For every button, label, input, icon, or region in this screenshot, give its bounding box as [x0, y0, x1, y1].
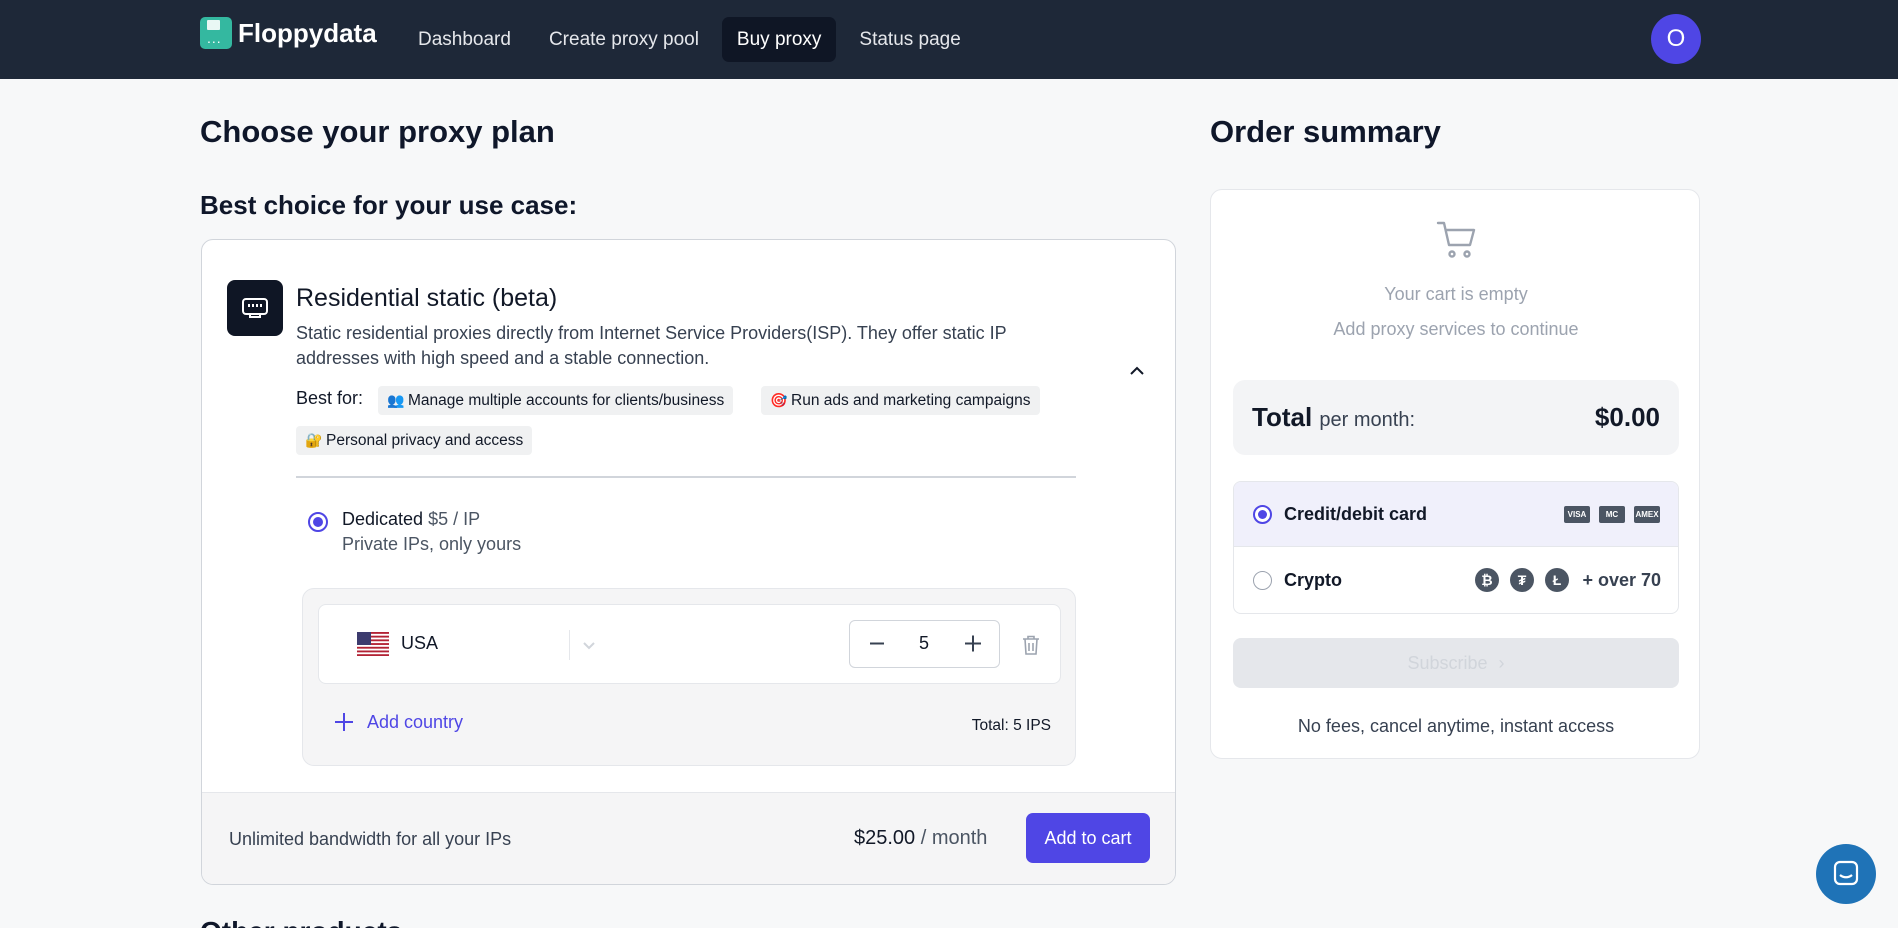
quantity-stepper: 5	[849, 620, 1000, 668]
order-summary-panel: Your cart is empty Add proxy services to…	[1210, 189, 1700, 759]
plan-subtitle: Private IPs, only yours	[342, 534, 522, 554]
lock-icon: 🔐	[305, 432, 323, 448]
quantity-input[interactable]: 5	[894, 621, 954, 666]
nav-create-proxy-pool[interactable]: Create proxy pool	[534, 17, 714, 62]
divider	[296, 476, 1076, 478]
us-flag-icon	[357, 632, 389, 656]
nav-status-page[interactable]: Status page	[844, 17, 975, 62]
price-value: $25.00	[854, 827, 916, 849]
litecoin-icon: Ł	[1545, 568, 1569, 592]
best-for-label: Best for:	[296, 388, 364, 408]
plan-dedicated-radio[interactable]	[308, 512, 328, 532]
tag-personal-privacy: 🔐 Personal privacy and access	[296, 426, 533, 455]
plan-name-line[interactable]: Dedicated $5 / IP	[342, 509, 480, 530]
tag-label: Run ads and marketing campaigns	[791, 392, 1031, 409]
tether-icon: ₮	[1510, 568, 1534, 592]
cart-empty-subtitle: Add proxy services to continue	[1333, 319, 1579, 339]
floppy-disk-icon	[200, 17, 232, 49]
select-separator	[569, 630, 570, 660]
product-card: Residential static (beta) Static residen…	[201, 239, 1176, 885]
section-subtitle: Best choice for your use case:	[200, 190, 578, 220]
plus-icon	[335, 713, 353, 731]
subscribe-label: Subscribe	[1407, 653, 1488, 673]
more-coins-label: + over 70	[1582, 570, 1661, 590]
ethernet-port-icon	[227, 280, 283, 336]
nav-dashboard[interactable]: Dashboard	[403, 17, 526, 62]
total-value: $0.00	[1594, 402, 1660, 432]
amex-icon: AMEX	[1634, 506, 1660, 523]
page-title: Choose your proxy plan	[200, 114, 555, 149]
plan-price: $5 / IP	[428, 509, 481, 529]
tag-run-ads: 🎯 Run ads and marketing campaigns	[761, 386, 1040, 415]
people-icon: 👥	[387, 392, 405, 408]
product-card-footer: Unlimited bandwidth for all your IPs $25…	[202, 792, 1175, 884]
minus-icon[interactable]	[854, 621, 898, 666]
add-to-cart-button[interactable]: Add to cart	[1026, 813, 1150, 863]
country-row: USA 5	[318, 604, 1061, 684]
payment-option-card[interactable]: Credit/debit card VISA MC AMEX	[1234, 482, 1678, 547]
country-select-value[interactable]: USA	[401, 633, 438, 654]
bitcoin-icon: ₿	[1475, 568, 1499, 592]
product-price: $25.00 / month	[854, 827, 987, 850]
product-title: Residential static (beta)	[296, 284, 558, 312]
product-description: Static residential proxies directly from…	[296, 323, 1007, 368]
subscribe-button[interactable]: Subscribe ›	[1233, 638, 1679, 688]
card-label: Credit/debit card	[1284, 504, 1428, 524]
collapse-chevron-up-icon[interactable]	[1127, 361, 1147, 381]
crypto-radio[interactable]	[1253, 571, 1272, 590]
target-icon: 🎯	[770, 392, 788, 408]
payment-option-crypto[interactable]: Crypto ₿ ₮ Ł + over 70	[1234, 548, 1678, 613]
total-ips: Total: 5 IPS	[971, 717, 1051, 734]
card-radio[interactable]	[1253, 505, 1272, 524]
main-nav: Dashboard Create proxy pool Buy proxy St…	[403, 17, 976, 62]
payment-methods: Credit/debit card VISA MC AMEX Crypto ₿ …	[1233, 481, 1679, 614]
total-box: Total per month: $0.00	[1233, 380, 1679, 455]
chat-icon	[1833, 860, 1859, 886]
tag-manage-accounts: 👥 Manage multiple accounts for clients/bu…	[378, 386, 734, 415]
total-per-month: per month:	[1319, 409, 1416, 431]
mastercard-icon: MC	[1599, 506, 1625, 523]
trash-icon[interactable]	[1021, 634, 1041, 656]
brand-logo[interactable]: Floppydata	[200, 17, 377, 49]
chevron-right-icon: ›	[1498, 653, 1505, 673]
crypto-label: Crypto	[1284, 570, 1342, 590]
total-label: Total per month:	[1252, 402, 1415, 433]
nav-buy-proxy[interactable]: Buy proxy	[721, 17, 837, 62]
visa-icon: VISA	[1564, 506, 1590, 523]
bandwidth-note: Unlimited bandwidth for all your IPs	[229, 829, 512, 849]
add-country-label: Add country	[367, 711, 464, 732]
plus-icon[interactable]	[951, 621, 995, 666]
add-country-button[interactable]: Add country	[333, 711, 463, 733]
total-word: Total	[1252, 402, 1313, 432]
user-avatar[interactable]: O	[1651, 14, 1701, 64]
chat-launcher-button[interactable]	[1816, 844, 1876, 904]
tag-label: Personal privacy and access	[326, 432, 524, 449]
cart-empty-title: Your cart is empty	[1384, 284, 1528, 304]
country-config-box: USA 5 Add country Total: 5 IPS	[302, 588, 1076, 766]
order-summary-title: Order summary	[1210, 114, 1441, 149]
cart-icon	[1436, 220, 1478, 260]
plan-name: Dedicated	[342, 509, 424, 529]
chevron-down-icon[interactable]	[581, 637, 597, 653]
tag-label: Manage multiple accounts for clients/bus…	[408, 392, 725, 409]
no-fees-note: No fees, cancel anytime, instant access	[1297, 716, 1615, 736]
brand-name: Floppydata	[238, 17, 377, 48]
price-period: / month	[920, 827, 988, 849]
other-products-heading: Other products	[200, 916, 402, 928]
top-nav-bar: Floppydata Dashboard Create proxy pool B…	[0, 0, 1898, 79]
